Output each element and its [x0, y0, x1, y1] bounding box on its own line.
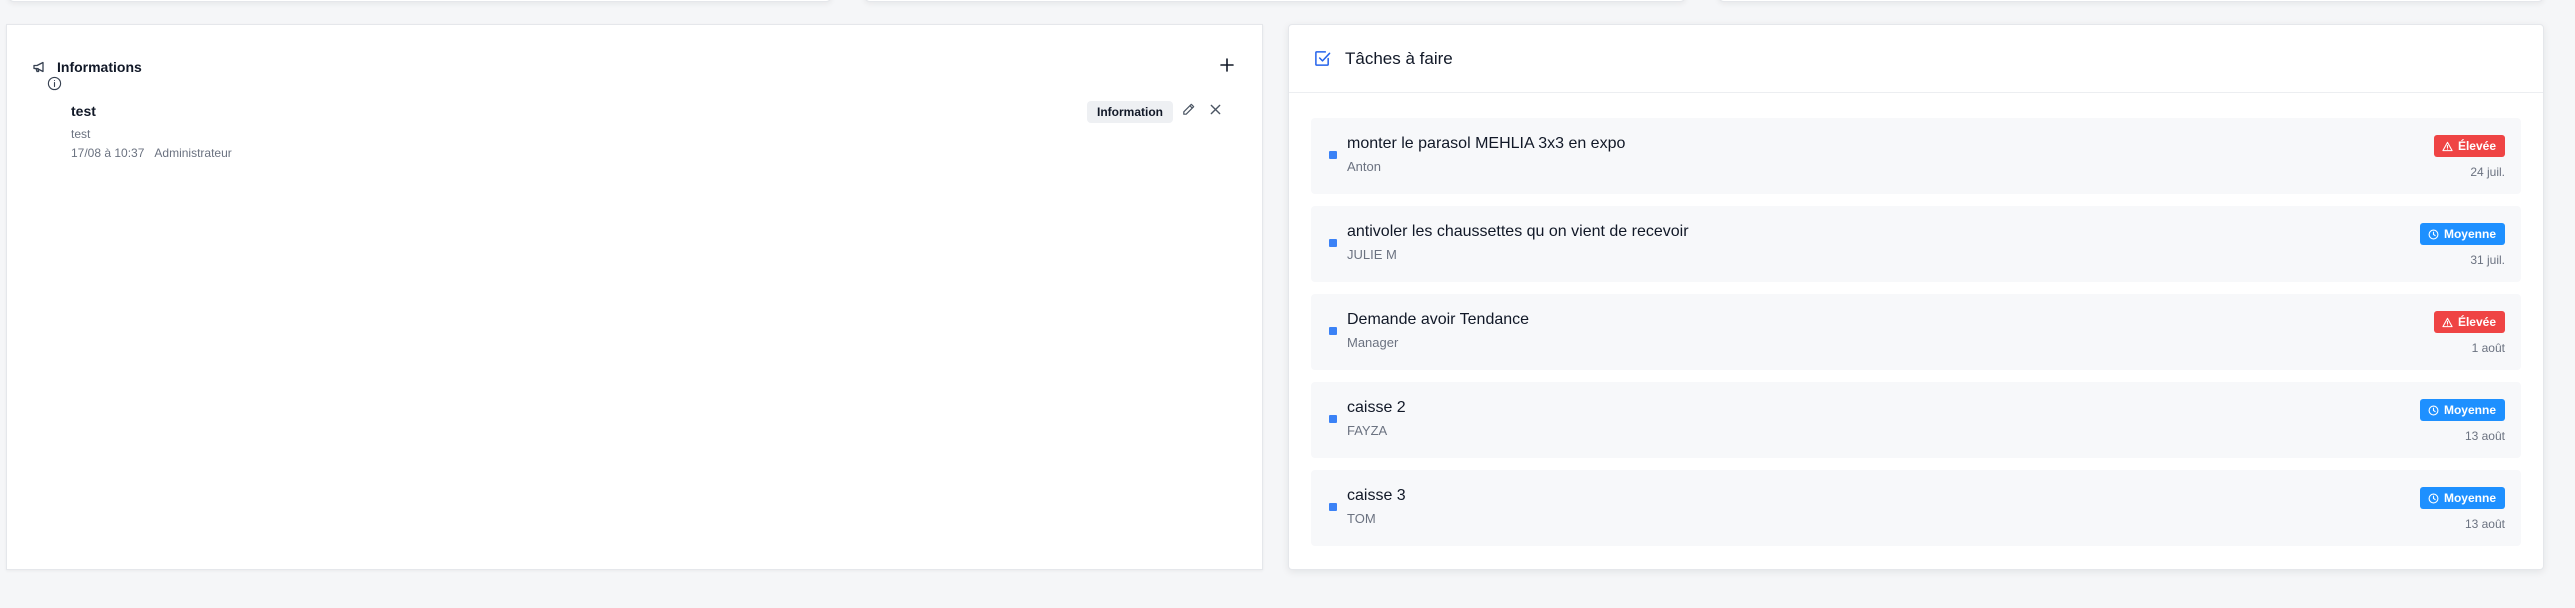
task-list: monter le parasol MEHLIA 3x3 en expo Ant…	[1311, 118, 2521, 558]
top-card-2	[864, 0, 1686, 2]
priority-badge: Élevée	[2433, 135, 2505, 157]
task-assignee: JULIE M	[1347, 247, 1397, 262]
task-title: Demande avoir Tendance	[1347, 311, 1530, 328]
warning-triangle-icon	[2442, 317, 2453, 328]
priority-label: Moyenne	[2443, 403, 2496, 417]
task-row[interactable]: antivoler les chaussettes qu on vient de…	[1311, 206, 2521, 282]
information-item-meta: 17/08 à 10:37 Administrateur	[71, 146, 232, 160]
task-due-date: 31 juil.	[2470, 253, 2505, 267]
task-assignee: Anton	[1347, 159, 1381, 174]
task-due-date: 13 août	[2464, 429, 2505, 443]
priority-label: Élevée	[2457, 315, 2496, 329]
priority-badge: Moyenne	[2419, 399, 2505, 421]
top-card-1	[8, 0, 832, 2]
megaphone-icon	[31, 58, 49, 76]
priority-label: Élevée	[2457, 139, 2496, 153]
priority-label: Moyenne	[2443, 227, 2496, 241]
priority-label: Moyenne	[2443, 491, 2496, 505]
task-row[interactable]: caisse 2 FAYZA Moyenne 13 août	[1311, 382, 2521, 458]
informations-title: Informations	[57, 59, 142, 75]
task-assignee: Manager	[1347, 335, 1399, 350]
tasks-title: Tâches à faire	[1345, 48, 1453, 68]
task-due-date: 1 août	[2471, 341, 2505, 355]
task-bullet	[1329, 415, 1337, 423]
task-row[interactable]: caisse 3 TOM Moyenne 13 août	[1311, 470, 2521, 546]
add-information-button[interactable]	[1213, 53, 1241, 81]
plus-icon	[1220, 57, 1234, 77]
information-item: test test 17/08 à 10:37 Administrateur In…	[37, 76, 1237, 171]
pencil-icon	[1181, 102, 1196, 122]
information-item-author: Administrateur	[154, 146, 232, 160]
edit-information-button[interactable]	[1177, 101, 1199, 123]
information-item-date: 17/08 à 10:37	[71, 146, 145, 160]
task-due-date: 13 août	[2464, 517, 2505, 531]
task-bullet	[1329, 327, 1337, 335]
warning-triangle-icon	[2442, 141, 2453, 152]
task-bullet	[1329, 239, 1337, 247]
task-due-date: 24 juil.	[2470, 165, 2505, 179]
close-icon	[1209, 103, 1222, 121]
task-title: caisse 2	[1347, 399, 1406, 416]
task-row[interactable]: monter le parasol MEHLIA 3x3 en expo Ant…	[1311, 118, 2521, 194]
priority-badge: Moyenne	[2419, 223, 2505, 245]
checkbox-icon	[1313, 50, 1331, 68]
information-item-title: test	[71, 103, 96, 119]
clock-icon	[2428, 229, 2439, 240]
info-circle-icon	[47, 76, 63, 92]
task-bullet	[1329, 503, 1337, 511]
task-title: caisse 3	[1347, 487, 1406, 504]
task-title: monter le parasol MEHLIA 3x3 en expo	[1347, 135, 1626, 152]
delete-information-button[interactable]	[1204, 101, 1226, 123]
priority-badge: Élevée	[2433, 311, 2505, 333]
task-assignee: TOM	[1347, 511, 1376, 526]
tasks-header: Tâches à faire	[1289, 25, 2543, 93]
task-title: antivoler les chaussettes qu on vient de…	[1347, 223, 1689, 240]
information-type-badge: Information	[1087, 101, 1173, 123]
clock-icon	[2428, 493, 2439, 504]
clock-icon	[2428, 405, 2439, 416]
informations-panel: Informations test test 17/08 à 10:37 Admi…	[6, 24, 1263, 570]
top-card-3	[1718, 0, 2544, 2]
information-item-description: test	[71, 127, 91, 141]
task-assignee: FAYZA	[1347, 423, 1388, 438]
priority-badge: Moyenne	[2419, 487, 2505, 509]
task-row[interactable]: Demande avoir Tendance Manager Élevée 1 …	[1311, 294, 2521, 370]
task-bullet	[1329, 151, 1337, 159]
tasks-panel: Tâches à faire monter le parasol MEHLIA …	[1288, 24, 2544, 570]
